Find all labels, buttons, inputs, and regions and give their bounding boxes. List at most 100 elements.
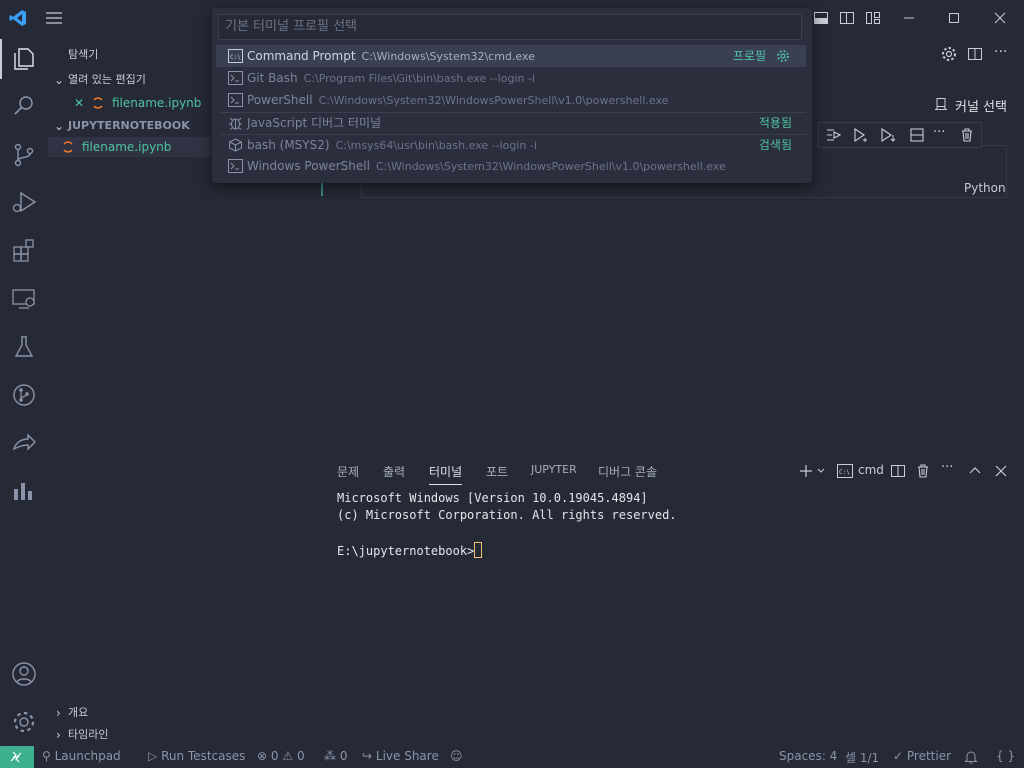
tab-problems[interactable]: 문제 — [337, 463, 359, 485]
cell-language-label[interactable]: Python — [964, 181, 1006, 195]
launchpad-label: Launchpad — [54, 749, 121, 763]
more-actions-icon[interactable]: ··· — [994, 45, 1012, 63]
prettier-button[interactable]: ✓ Prettier — [893, 749, 951, 763]
chevron-down-icon[interactable] — [816, 463, 826, 479]
vscode-logo-icon — [9, 9, 27, 27]
explorer-icon[interactable] — [10, 45, 38, 73]
tab-output[interactable]: 출력 — [383, 463, 405, 485]
folder-section[interactable]: ⌄ JUPYTERNOTEBOOK — [48, 116, 220, 136]
profile-label: Command Prompt — [247, 49, 356, 63]
feedback-smiley-icon[interactable]: ☺ — [450, 749, 463, 763]
split-cell-icon[interactable] — [908, 127, 926, 143]
maximize-icon[interactable] — [945, 9, 963, 27]
cell-toolbar: ··· — [818, 122, 982, 148]
extensions-icon[interactable] — [10, 237, 38, 265]
settings-gear-icon[interactable] — [10, 708, 38, 736]
kernel-icon — [933, 96, 949, 112]
timeline-label: 타임라인 — [68, 728, 109, 741]
panel-more-actions-icon[interactable]: ··· — [941, 461, 957, 479]
split-editor-icon[interactable] — [966, 45, 984, 63]
profile-item-js-debug[interactable]: JavaScript 디버그 터미널 적용됨 — [216, 112, 806, 134]
profile-label: bash (MSYS2) — [247, 138, 330, 152]
profile-item-powershell[interactable]: PowerShell C:\Windows\System32\WindowsPow… — [216, 89, 806, 111]
minimize-icon[interactable] — [900, 9, 918, 27]
hamburger-icon[interactable] — [45, 9, 63, 27]
open-editors-section[interactable]: ⌄ 열려 있는 편집기 — [48, 70, 220, 90]
terminal-cursor — [474, 542, 483, 558]
timeline-section[interactable]: › 타임라인 — [48, 725, 220, 745]
run-testcases-label: Run Testcases — [161, 749, 246, 763]
terminal-prompt[interactable]: E:\jupyternotebook> — [337, 542, 483, 558]
delete-cell-icon[interactable] — [958, 127, 976, 143]
notebook-settings-gear-icon[interactable] — [940, 45, 958, 63]
cell-position-button[interactable]: 셀 1/1 — [845, 749, 879, 766]
kill-terminal-trash-icon[interactable] — [915, 463, 931, 479]
remote-explorer-icon[interactable] — [10, 285, 38, 313]
chevron-right-icon: › — [56, 728, 61, 742]
run-above-icon[interactable] — [825, 127, 843, 143]
kernel-select-button[interactable]: 커널 선택 — [955, 96, 1007, 115]
ports-count: 0 — [339, 749, 348, 763]
new-terminal-plus-icon[interactable] — [798, 463, 814, 479]
open-editor-item[interactable]: ✕ filename.ipynb — [48, 93, 220, 113]
terminal-profile-quickpick: 기본 터미널 프로필 선택 C:\ Command Prompt C:\Windo… — [212, 8, 812, 183]
tab-ports[interactable]: 포트 — [486, 463, 508, 485]
search-icon[interactable] — [10, 92, 38, 120]
quickpick-input[interactable]: 기본 터미널 프로필 선택 — [218, 14, 802, 40]
configure-profile-gear-icon[interactable] — [776, 49, 790, 63]
close-editor-icon[interactable]: ✕ — [74, 93, 84, 113]
toggle-panel-icon[interactable] — [812, 9, 830, 27]
jupyter-file-icon — [92, 97, 104, 109]
warning-icon: ⚠ — [282, 749, 294, 763]
problems-button[interactable]: ⊗ 0 ⚠ 0 — [257, 749, 305, 763]
stats-icon[interactable] — [10, 477, 38, 505]
tab-debug-console[interactable]: 디버그 콘솔 — [598, 463, 657, 485]
cell-more-actions-icon[interactable]: ··· — [933, 126, 951, 143]
account-icon[interactable] — [10, 660, 38, 688]
run-below-icon[interactable] — [879, 127, 897, 143]
testing-icon[interactable] — [10, 333, 38, 361]
error-icon: ⊗ — [257, 749, 268, 763]
outline-section[interactable]: › 개요 — [48, 703, 220, 723]
broadcast-icon: ⁂ — [324, 749, 336, 763]
git-graph-icon[interactable] — [10, 381, 38, 409]
terminal-icon — [228, 159, 243, 173]
tab-terminal[interactable]: 터미널 — [429, 463, 463, 485]
run-testcases-button[interactable]: ▷ Run Testcases — [148, 749, 245, 763]
close-panel-icon[interactable] — [993, 463, 1009, 479]
maximize-panel-chevron-up-icon[interactable] — [967, 463, 983, 479]
profile-item-git-bash[interactable]: Git Bash C:\Program Files\Git\bin\bash.ex… — [216, 67, 806, 89]
source-control-icon[interactable] — [10, 141, 38, 169]
tab-jupyter[interactable]: JUPYTER — [531, 463, 577, 485]
customize-layout-icon[interactable] — [864, 9, 882, 27]
run-cell-and-below-icon[interactable] — [852, 127, 870, 143]
indentation-button[interactable]: Spaces: 4 — [779, 749, 837, 763]
toggle-sidebar-icon[interactable] — [838, 9, 856, 27]
profile-item-msys2[interactable]: bash (MSYS2) C:\msys64\usr\bin\bash.exe -… — [216, 134, 806, 156]
activity-bar — [0, 35, 48, 746]
quickpick-placeholder: 기본 터미널 프로필 선택 — [225, 19, 357, 34]
launchpad-button[interactable]: ⚲ Launchpad — [42, 749, 121, 763]
profile-item-command-prompt[interactable]: C:\ Command Prompt C:\Windows\System32\cm… — [216, 45, 806, 67]
close-icon[interactable] — [991, 9, 1009, 27]
language-braces-icon[interactable]: { } — [996, 749, 1015, 763]
profile-badge: 적용됨 — [758, 116, 792, 130]
terminal-name[interactable]: cmd — [858, 463, 884, 477]
live-share-label: Live Share — [375, 749, 439, 763]
remote-indicator-button[interactable] — [0, 746, 34, 768]
open-editor-filename: filename.ipynb — [112, 96, 202, 110]
terminal-line: (c) Microsoft Corporation. All rights re… — [337, 508, 677, 522]
live-share-icon: ↪ — [362, 749, 373, 763]
live-share-button[interactable]: ↪ Live Share — [362, 749, 439, 763]
run-debug-icon[interactable] — [10, 188, 38, 216]
open-editors-label: 열려 있는 편집기 — [68, 73, 146, 86]
live-share-icon[interactable] — [10, 429, 38, 457]
folder-file-item[interactable]: filename.ipynb — [48, 137, 220, 157]
ports-button[interactable]: ⁂ 0 — [324, 749, 347, 763]
profile-item-windows-powershell[interactable]: Windows PowerShell C:\Windows\System32\Wi… — [216, 155, 806, 177]
notifications-bell-icon[interactable] — [964, 749, 978, 765]
split-terminal-icon[interactable] — [890, 463, 906, 479]
terminal-cmd-icon: C:\ — [837, 463, 853, 479]
terminal-cmd-icon: C:\ — [228, 49, 243, 63]
play-icon: ▷ — [148, 749, 158, 763]
